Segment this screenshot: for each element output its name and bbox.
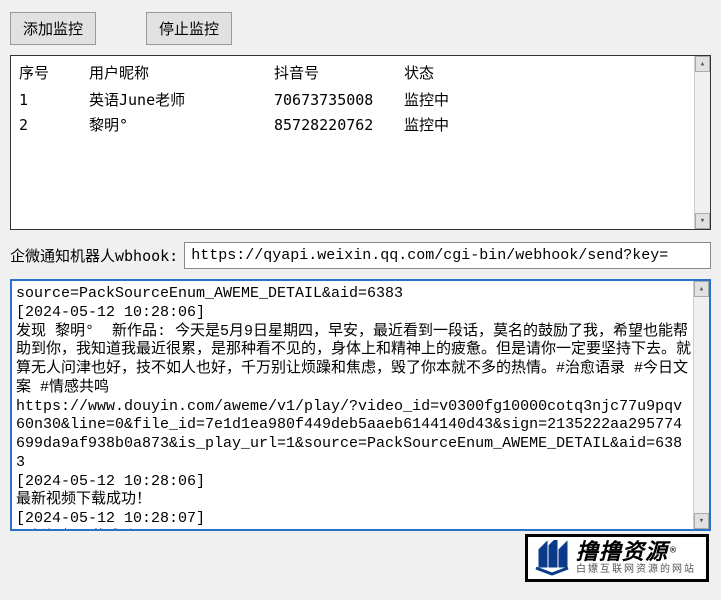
scroll-down-icon[interactable]: ▾ <box>694 513 709 529</box>
col-status[interactable]: 状态 <box>396 56 710 87</box>
stop-monitor-button[interactable]: 停止监控 <box>146 12 232 45</box>
table-row[interactable]: 2 黎明° 85728220762 监控中 <box>11 112 710 137</box>
log-scrollbar[interactable]: ▴ ▾ <box>693 281 709 529</box>
scroll-down-icon[interactable]: ▾ <box>695 213 710 229</box>
log-container: source=PackSourceEnum_AWEME_DETAIL&aid=6… <box>10 279 711 531</box>
table-row[interactable]: 1 英语June老师 70673735008 监控中 <box>11 87 710 112</box>
cell-nickname: 英语June老师 <box>81 87 266 112</box>
monitor-table: 序号 用户昵称 抖音号 状态 1 英语June老师 70673735008 监控… <box>11 56 710 137</box>
cell-nickname: 黎明° <box>81 112 266 137</box>
add-monitor-button[interactable]: 添加监控 <box>10 12 96 45</box>
cell-douyin-id: 70673735008 <box>266 87 396 112</box>
watermark-subtitle: 白嫖互联网资源的网站 <box>576 565 696 575</box>
cell-index: 1 <box>11 87 81 112</box>
toolbar: 添加监控 停止监控 <box>0 0 721 53</box>
cell-status: 监控中 <box>396 87 710 112</box>
webhook-row: 企微通知机器人wbhook: <box>0 238 721 275</box>
col-index[interactable]: 序号 <box>11 56 81 87</box>
watermark-badge: 撸撸资源® 白嫖互联网资源的网站 <box>525 534 709 582</box>
log-output[interactable]: source=PackSourceEnum_AWEME_DETAIL&aid=6… <box>12 281 709 529</box>
cell-status: 监控中 <box>396 112 710 137</box>
scroll-up-icon[interactable]: ▴ <box>695 56 710 72</box>
table-scrollbar[interactable]: ▴ ▾ <box>694 56 710 229</box>
watermark-text: 撸撸资源® 白嫖互联网资源的网站 <box>576 541 696 575</box>
scroll-up-icon[interactable]: ▴ <box>694 281 709 297</box>
monitor-table-container: 序号 用户昵称 抖音号 状态 1 英语June老师 70673735008 监控… <box>10 55 711 230</box>
cell-douyin-id: 85728220762 <box>266 112 396 137</box>
webhook-label: 企微通知机器人wbhook: <box>10 245 178 266</box>
webhook-input[interactable] <box>184 242 711 269</box>
col-nickname[interactable]: 用户昵称 <box>81 56 266 87</box>
cell-index: 2 <box>11 112 81 137</box>
table-header-row: 序号 用户昵称 抖音号 状态 <box>11 56 710 87</box>
logo-icon <box>534 540 570 576</box>
watermark-title: 撸撸资源 <box>576 539 668 564</box>
registered-icon: ® <box>670 545 676 556</box>
col-douyin-id[interactable]: 抖音号 <box>266 56 396 87</box>
